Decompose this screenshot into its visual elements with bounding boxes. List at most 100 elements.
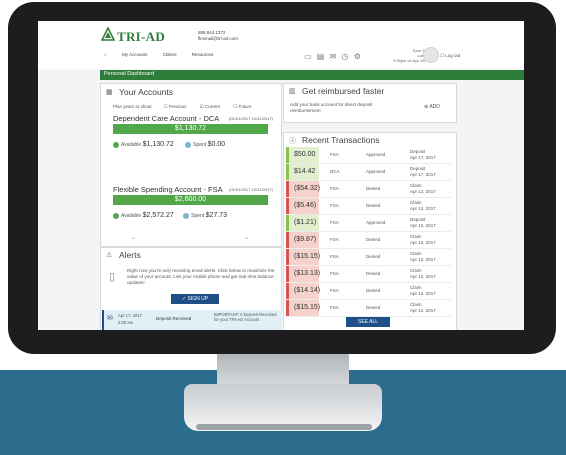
email-link[interactable]: flexmail@tri-ad.com	[198, 36, 238, 42]
transaction-detail: Claim Apr 12, 2017	[410, 200, 436, 211]
nav-my-accounts[interactable]: My Accounts	[122, 52, 148, 57]
transaction-detail: Claim Apr 12, 2017	[410, 234, 436, 245]
transaction-account-type: FSA	[330, 254, 339, 259]
add-bank-button[interactable]: ⊕ ADD	[424, 104, 440, 110]
alert-item[interactable]: ✉ Apr 17, 2017 2:00 am Deposit Received …	[102, 310, 282, 330]
transaction-row[interactable]: ($5.46) FSA Denied Claim Apr 12, 2017	[286, 198, 451, 215]
transaction-date: Apr 12, 2017	[410, 239, 436, 245]
alerts-title: Alerts	[119, 250, 141, 260]
transactions-panel: ⓢ Recent Transactions $50.00 FSA Approved D…	[283, 132, 457, 330]
spent-amount: $0.00	[207, 141, 226, 148]
transaction-account-type: DCA	[330, 169, 340, 174]
logout-link[interactable]: ☐ Log out	[440, 53, 460, 59]
transaction-date: Apr 17, 2017	[410, 171, 436, 177]
account-dates: (01/01/2017 12/31/2017)	[229, 116, 273, 121]
expand-chevron-icon[interactable]: ⌄	[244, 234, 249, 241]
alert-date: Apr 17, 2017	[118, 313, 142, 318]
transaction-status: Denied	[366, 254, 381, 259]
avatar[interactable]	[423, 47, 439, 63]
alert-label: Deposit Received	[156, 316, 192, 321]
transaction-row[interactable]: ($15.15) FSA Denied Claim Apr 12, 2017	[286, 300, 451, 317]
contact-info: 888.844.1372 flexmail@tri-ad.com	[198, 30, 238, 42]
transaction-row[interactable]: ($9.87) FSA Denied Claim Apr 12, 2017	[286, 232, 451, 249]
transaction-status: Denied	[366, 305, 381, 310]
alert-message: IMPORTANT: A Deposit Received for your T…	[214, 312, 277, 322]
transaction-status: Denied	[366, 203, 381, 208]
account-balances: Available $2,572.27 Spent $27.73	[113, 212, 227, 219]
account-balances: Available $1,130.72 Spent $0.00	[113, 141, 225, 148]
transaction-row[interactable]: $50.00 FSA Approved Deposit Apr 17, 2017	[286, 147, 451, 164]
transaction-amount: ($1.21)	[286, 215, 319, 231]
transaction-date: Apr 12, 2017	[410, 188, 436, 194]
monitor-stand-neck	[217, 350, 349, 386]
transaction-account-type: FSA	[330, 186, 339, 191]
settings-icon[interactable]: ⚙	[354, 52, 361, 61]
card-icon[interactable]: ▤	[317, 52, 325, 61]
transaction-account-type: FSA	[330, 220, 339, 225]
mail-icon: ✉	[107, 315, 113, 322]
transaction-amount: ($14.14)	[286, 283, 320, 299]
alerts-panel: ⚠ Alerts ▯ Right now you're only receivi…	[100, 247, 282, 330]
transaction-account-type: FSA	[330, 288, 339, 293]
transaction-detail: Claim Apr 12, 2017	[410, 285, 436, 296]
reimburse-text: Add your bank account for direct deposit…	[290, 102, 373, 113]
transaction-date: Apr 12, 2017	[410, 256, 436, 262]
checkbox-current[interactable]: ☑ Current	[200, 104, 220, 109]
transaction-status: Approved	[366, 169, 386, 174]
transaction-amount: ($15.15)	[286, 300, 320, 316]
transaction-date: Apr 12, 2017	[410, 205, 436, 211]
transaction-detail: Deposit Apr 17, 2017	[410, 166, 436, 177]
main-nav: ⌂ My Accounts Claims Resources	[104, 52, 227, 57]
transaction-date: Apr 12, 2017	[410, 222, 436, 228]
transaction-account-type: FSA	[330, 271, 339, 276]
dashboard-screen: TRI-AD 888.844.1372 flexmail@tri-ad.com …	[38, 21, 524, 330]
spent-amount: $27.73	[205, 212, 228, 219]
transaction-account-type: FSA	[330, 237, 339, 242]
nav-claims[interactable]: Claims	[163, 52, 177, 57]
account-name: Dependent Care Account - DCA	[113, 114, 220, 123]
bank-icon: ▥	[289, 88, 296, 95]
transaction-row[interactable]: $14.42 DCA Approved Deposit Apr 17, 2017	[286, 164, 451, 181]
see-all-button[interactable]: SEE ALL	[346, 317, 390, 327]
alert-time: 2:00 am	[118, 320, 134, 325]
transaction-detail: Claim Apr 12, 2017	[410, 302, 436, 313]
warning-icon: ⚠	[106, 252, 113, 259]
dollar-icon: ⓢ	[289, 138, 296, 145]
notifications-icon[interactable]: ✉	[330, 52, 337, 61]
transaction-amount: ($5.46)	[286, 198, 319, 214]
nav-resources[interactable]: Resources	[192, 52, 214, 57]
available-amount: $2,572.27	[142, 212, 174, 219]
chat-icon[interactable]: ▭	[304, 52, 312, 61]
transaction-row[interactable]: ($13.13) FSA Denied Claim Apr 12, 2017	[286, 266, 451, 283]
transaction-detail: Deposit Apr 17, 2017	[410, 149, 436, 160]
toolbar-icons: ▭ ▤ ✉ ◷ ⚙	[304, 52, 364, 61]
transaction-row[interactable]: ($15.15) FSA Denied Claim Apr 12, 2017	[286, 249, 451, 266]
expand-chevron-icon[interactable]: ⌄	[131, 234, 136, 241]
plan-years-row: Plan years to show: ☐ Previous ☑ Current…	[113, 104, 252, 110]
transaction-row[interactable]: ($14.14) FSA Denied Claim Apr 12, 2017	[286, 283, 451, 300]
transaction-detail: Claim Apr 12, 2017	[410, 268, 436, 279]
monitor-stand-foot	[196, 424, 372, 430]
transactions-title: Recent Transactions	[302, 135, 380, 145]
check-icon: ✓	[181, 296, 187, 302]
checkbox-future[interactable]: ☐ Future	[233, 104, 251, 109]
account-total-bar: $2,600.00	[113, 195, 268, 205]
transaction-row[interactable]: ($1.21) FSA Approved Deposit Apr 12, 2017	[286, 215, 451, 232]
transaction-date: Apr 12, 2017	[410, 307, 436, 313]
transaction-row[interactable]: ($54.32) FSA Denied Claim Apr 12, 2017	[286, 181, 451, 198]
transaction-account-type: FSA	[330, 203, 339, 208]
spent-dot-icon	[183, 212, 190, 219]
page-title: Personal Dashboard	[104, 71, 155, 77]
account-name: Flexible Spending Account - FSA	[113, 185, 223, 194]
signup-button[interactable]: ✓ SIGN UP	[171, 294, 219, 304]
home-icon[interactable]: ⌂	[104, 52, 107, 57]
dashboard-bar: Personal Dashboard	[100, 70, 524, 80]
checkbox-previous[interactable]: ☐ Previous	[164, 104, 187, 109]
available-dot-icon	[113, 141, 119, 148]
transaction-status: Denied	[366, 237, 381, 242]
transaction-date: Apr 17, 2017	[410, 154, 436, 160]
clock-icon[interactable]: ◷	[342, 52, 349, 61]
transaction-amount: $14.42	[286, 164, 319, 180]
transaction-status: Approved	[366, 152, 386, 157]
transaction-amount: ($54.32)	[286, 181, 320, 197]
